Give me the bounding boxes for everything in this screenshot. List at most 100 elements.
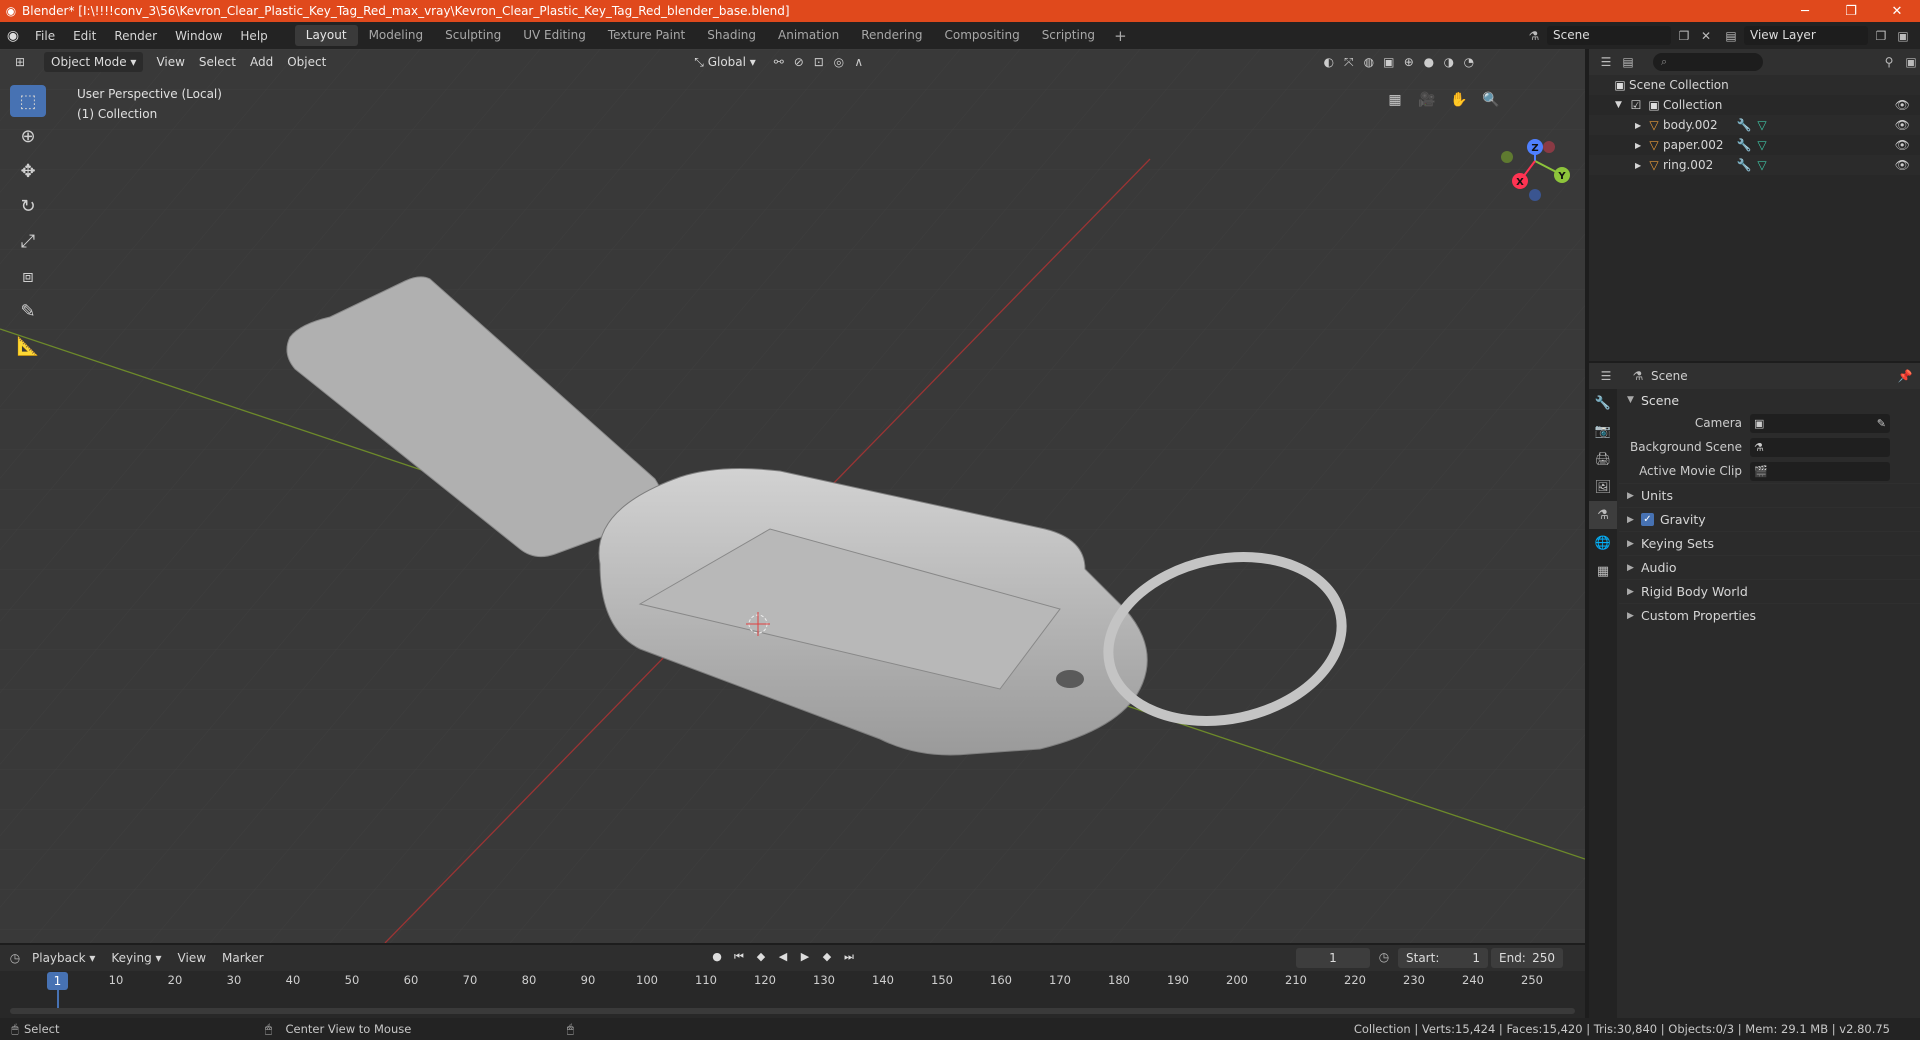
solid-shading-icon[interactable]: ●: [1419, 52, 1439, 72]
display-mode-icon[interactable]: ▤: [1619, 55, 1637, 69]
view-layer-icon[interactable]: ▤: [1722, 29, 1740, 43]
editor-type-icon[interactable]: ⊞: [10, 52, 30, 72]
play-reverse-icon[interactable]: ◀: [774, 948, 792, 966]
transform-tool[interactable]: ⧈: [10, 260, 46, 292]
outliner-row-object[interactable]: ▶ ▽ body.002 🔧 ▽ 👁: [1589, 115, 1920, 135]
outliner-search-input[interactable]: ⌕: [1653, 53, 1763, 71]
checkbox-icon[interactable]: ☑: [1627, 98, 1645, 112]
delete-scene-icon[interactable]: ✕: [1697, 29, 1715, 43]
viewport-menu-view[interactable]: View: [149, 52, 191, 72]
modifier-wrench-icon[interactable]: 🔧: [1735, 158, 1753, 172]
snap-target-icon[interactable]: ⊡: [809, 52, 829, 72]
cursor-tool[interactable]: ⊕: [10, 120, 46, 152]
tool-settings-tab-icon[interactable]: 🔧: [1589, 389, 1617, 417]
new-scene-icon[interactable]: ❐: [1675, 29, 1693, 43]
zoom-icon[interactable]: 🔍: [1478, 87, 1504, 113]
blender-menu-icon[interactable]: ◉: [0, 28, 26, 44]
proportional-edit-icon[interactable]: ◎: [829, 52, 849, 72]
outliner-row-collection[interactable]: ▼ ☑ ▣ Collection 👁: [1589, 95, 1920, 115]
falloff-icon[interactable]: ∧: [849, 52, 869, 72]
scale-tool[interactable]: ⤢: [10, 225, 46, 257]
mesh-data-icon[interactable]: ▽: [1753, 138, 1771, 152]
rendered-shading-icon[interactable]: ◔: [1459, 52, 1479, 72]
mesh-data-icon[interactable]: ▽: [1753, 118, 1771, 132]
pivot-icon[interactable]: ⚯: [769, 52, 789, 72]
playhead-frame[interactable]: 1: [47, 972, 68, 990]
tab-animation[interactable]: Animation: [767, 25, 850, 46]
pan-hand-icon[interactable]: ✋: [1446, 87, 1472, 113]
start-frame-field[interactable]: Start: 1: [1398, 948, 1488, 968]
gravity-checkbox[interactable]: ✓: [1641, 513, 1654, 526]
modifier-wrench-icon[interactable]: 🔧: [1735, 138, 1753, 152]
record-icon[interactable]: ●: [708, 948, 726, 966]
minimize-button[interactable]: ─: [1782, 4, 1828, 19]
gravity-section[interactable]: ▶ ✓ Gravity: [1619, 507, 1920, 531]
marker-menu[interactable]: Marker: [214, 951, 271, 965]
timeline-editor-icon[interactable]: ◷: [6, 951, 24, 965]
add-workspace-button[interactable]: +: [1106, 27, 1135, 45]
viewport-menu-add[interactable]: Add: [243, 52, 280, 72]
end-frame-field[interactable]: End: 250: [1491, 948, 1563, 968]
filter-icon[interactable]: ⚲: [1880, 55, 1898, 69]
units-section[interactable]: ▶ Units: [1619, 483, 1920, 507]
keying-sets-section[interactable]: ▶ Keying Sets: [1619, 531, 1920, 555]
close-button[interactable]: ✕: [1874, 4, 1920, 19]
tab-compositing[interactable]: Compositing: [933, 25, 1030, 46]
properties-editor-icon[interactable]: ☰: [1597, 369, 1615, 383]
maximize-button[interactable]: ❐: [1828, 4, 1874, 19]
transform-orientation[interactable]: ⤡ Global ▾: [687, 52, 763, 72]
grid-view-icon[interactable]: ▦: [1382, 87, 1408, 113]
menu-render[interactable]: Render: [105, 29, 166, 43]
tab-modeling[interactable]: Modeling: [358, 25, 435, 46]
camera-view-icon[interactable]: 🎥: [1414, 87, 1440, 113]
texture-tab-icon[interactable]: ▦: [1589, 557, 1617, 585]
playback-menu[interactable]: Playback ▾: [24, 951, 103, 965]
tab-sculpting[interactable]: Sculpting: [434, 25, 512, 46]
outliner-row-object[interactable]: ▶ ▽ ring.002 🔧 ▽ 👁: [1589, 155, 1920, 175]
output-tab-icon[interactable]: 🖨: [1589, 445, 1617, 473]
rotate-tool[interactable]: ↻: [10, 190, 46, 222]
camera-field[interactable]: ▣ ✎: [1750, 413, 1890, 433]
current-frame-field[interactable]: 1: [1296, 948, 1370, 968]
outliner-editor-icon[interactable]: ☰: [1597, 55, 1615, 69]
tab-uv-editing[interactable]: UV Editing: [512, 25, 597, 46]
move-tool[interactable]: ✥: [10, 155, 46, 187]
view-layer-tab-icon[interactable]: 🖼: [1589, 473, 1617, 501]
tab-layout[interactable]: Layout: [294, 25, 358, 46]
visibility-eye-icon[interactable]: 👁: [1895, 118, 1910, 132]
menu-edit[interactable]: Edit: [64, 29, 105, 43]
timeline-view-menu[interactable]: View: [170, 951, 214, 965]
scene-tab-icon[interactable]: ⚗: [1589, 501, 1617, 529]
visibility-eye-icon[interactable]: 👁: [1895, 158, 1910, 172]
tab-scripting[interactable]: Scripting: [1031, 25, 1106, 46]
background-scene-field[interactable]: ⚗: [1750, 437, 1890, 457]
movie-clip-field[interactable]: 🎬: [1750, 461, 1890, 481]
new-collection-icon[interactable]: ▣: [1902, 55, 1920, 69]
measure-tool[interactable]: 📐: [10, 330, 46, 362]
tab-texture-paint[interactable]: Texture Paint: [597, 25, 696, 46]
custom-properties-section[interactable]: ▶ Custom Properties: [1619, 603, 1920, 627]
timeline-scrollbar[interactable]: [10, 1008, 1575, 1014]
frame-ruler[interactable]: 10 20 30 40 50 60 70 80 90 100 110 120 130 140 150 160 1…: [0, 973, 1585, 993]
keying-menu[interactable]: Keying ▾: [103, 951, 169, 965]
world-tab-icon[interactable]: 🌐: [1589, 529, 1617, 557]
view-layer-field[interactable]: View Layer: [1744, 26, 1868, 45]
tab-shading[interactable]: Shading: [696, 25, 767, 46]
pin-icon[interactable]: 📌: [1896, 369, 1914, 383]
select-box-tool[interactable]: ⬚: [10, 85, 46, 117]
expand-arrow-icon[interactable]: ▶: [1635, 161, 1645, 170]
preview-range-icon[interactable]: ◷: [1375, 950, 1393, 964]
snap-icon[interactable]: ⊘: [789, 52, 809, 72]
next-keyframe-icon[interactable]: ◆: [818, 948, 836, 966]
jump-start-icon[interactable]: ⏮: [730, 948, 748, 966]
menu-file[interactable]: File: [26, 29, 64, 43]
rigid-body-world-section[interactable]: ▶ Rigid Body World: [1619, 579, 1920, 603]
scene-icon[interactable]: ⚗: [1525, 29, 1543, 43]
scene-name-field[interactable]: Scene: [1547, 26, 1671, 45]
modifier-wrench-icon[interactable]: 🔧: [1735, 118, 1753, 132]
viewport-menu-select[interactable]: Select: [192, 52, 243, 72]
visibility-eye-icon[interactable]: 👁: [1895, 98, 1910, 112]
expand-arrow-icon[interactable]: ▼: [1615, 100, 1627, 110]
prev-keyframe-icon[interactable]: ◆: [752, 948, 770, 966]
new-view-layer-icon[interactable]: ❐: [1872, 29, 1890, 43]
